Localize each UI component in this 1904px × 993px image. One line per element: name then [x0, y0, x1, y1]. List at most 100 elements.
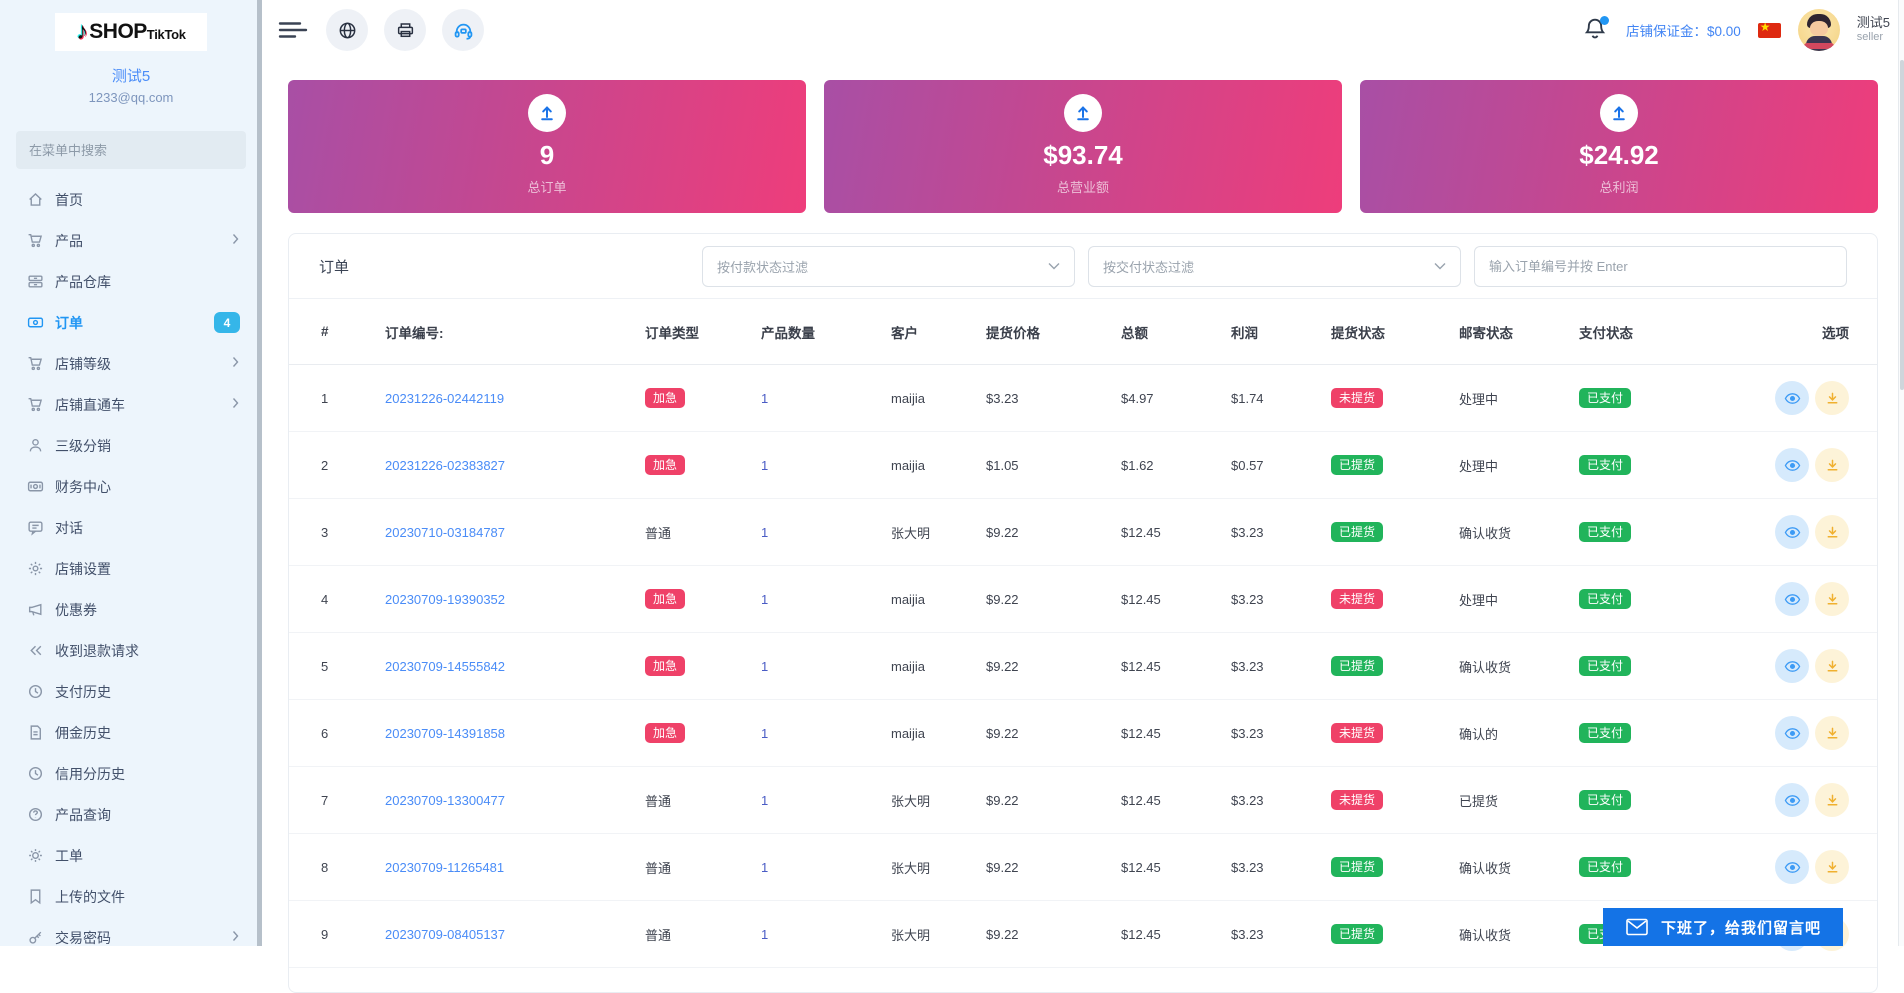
eye-icon [1784, 660, 1801, 673]
order-link[interactable]: 20230709-08405137 [385, 927, 505, 942]
sidebar-item-chat[interactable]: 对话 [0, 507, 262, 548]
sidebar-item-distribution[interactable]: 三级分销 [0, 425, 262, 466]
view-order-button[interactable] [1775, 515, 1809, 549]
sidebar-item-coupons[interactable]: 优惠券 [0, 589, 262, 630]
pay-status-badge: 已支付 [1579, 589, 1631, 609]
download-order-button[interactable] [1815, 850, 1849, 884]
table-row: 4 20230709-19390352 加急 1 maijia $9.22 $1… [289, 566, 1877, 633]
eye-icon [1784, 526, 1801, 539]
view-order-button[interactable] [1775, 448, 1809, 482]
view-order-button[interactable] [1775, 582, 1809, 616]
chat-message: 下班了，给我们留言吧 [1661, 917, 1821, 938]
refund-icon [27, 642, 44, 659]
app-logo[interactable]: ♪ SHOP TikTok [55, 13, 207, 51]
orders-title: 订单 [319, 256, 349, 277]
shop-level-icon [27, 355, 44, 372]
notifications-button[interactable] [1583, 16, 1609, 44]
order-link[interactable]: 20230709-19390352 [385, 592, 505, 607]
sidebar-item-transaction-password[interactable]: 交易密码 [0, 917, 262, 958]
sidebar-item-shop-settings[interactable]: 店铺设置 [0, 548, 262, 589]
view-order-button[interactable] [1775, 649, 1809, 683]
sidebar-item-commission-history[interactable]: 佣金历史 [0, 712, 262, 753]
download-icon [1825, 458, 1840, 473]
payment-history-icon [27, 683, 44, 700]
tiktok-note-icon: ♪ [76, 18, 88, 46]
view-order-button[interactable] [1775, 716, 1809, 750]
download-order-button[interactable] [1815, 515, 1849, 549]
order-link[interactable]: 20230709-11265481 [385, 860, 504, 875]
chat-offline-bar[interactable]: 下班了，给我们留言吧 [1603, 908, 1843, 946]
uploads-icon [27, 888, 44, 905]
delivery-status-filter[interactable]: 按交付状态过滤 [1088, 246, 1461, 287]
eye-icon [1784, 861, 1801, 874]
view-order-button[interactable] [1775, 850, 1809, 884]
avatar[interactable] [1798, 9, 1840, 51]
sidebar-item-products[interactable]: 产品 [0, 220, 262, 261]
upload-arrow-icon [1600, 94, 1638, 132]
download-icon [1825, 860, 1840, 875]
download-order-button[interactable] [1815, 448, 1849, 482]
order-link[interactable]: 20231226-02442119 [385, 391, 504, 406]
ticket-icon [27, 847, 44, 864]
order-link[interactable]: 20230710-03184787 [385, 525, 505, 540]
notification-dot [1600, 16, 1609, 25]
shop-deposit[interactable]: 店铺保证金：$0.00 [1626, 20, 1741, 40]
sidebar-item-uploaded-files[interactable]: 上传的文件 [0, 876, 262, 917]
order-link[interactable]: 20230709-14555842 [385, 659, 505, 674]
download-icon [1825, 726, 1840, 741]
sidebar-item-shop-train[interactable]: 店铺直通车 [0, 384, 262, 425]
sidebar-item-home[interactable]: 首页 [0, 179, 262, 220]
headset-icon [453, 20, 474, 41]
pay-status-badge: 已支付 [1579, 388, 1631, 408]
view-order-button[interactable] [1775, 783, 1809, 817]
language-button[interactable] [326, 9, 368, 51]
chat-icon [27, 519, 44, 536]
china-flag-icon[interactable]: ★ [1758, 23, 1781, 38]
order-number-search-input[interactable] [1474, 246, 1847, 287]
payment-status-filter[interactable]: 按付款状态过滤 [702, 246, 1075, 287]
menu-search-input[interactable] [16, 131, 246, 169]
download-order-button[interactable] [1815, 582, 1849, 616]
table-row: 7 20230709-13300477 普通 1 张大明 $9.22 $12.4… [289, 767, 1877, 834]
pickup-status-badge: 已提货 [1331, 522, 1383, 542]
sidebar-user-email: 1233@qq.com [0, 90, 262, 105]
commission-icon [27, 724, 44, 741]
shop-train-icon [27, 396, 44, 413]
download-icon [1825, 525, 1840, 540]
sidebar-item-payment-history[interactable]: 支付历史 [0, 671, 262, 712]
sidebar-item-shop-level[interactable]: 店铺等级 [0, 343, 262, 384]
sidebar-item-tickets[interactable]: 工单 [0, 835, 262, 876]
download-order-button[interactable] [1815, 381, 1849, 415]
order-link[interactable]: 20230709-13300477 [385, 793, 505, 808]
menu-toggle-button[interactable] [278, 17, 312, 43]
order-link[interactable]: 20231226-02383827 [385, 458, 505, 473]
page-scrollbar[interactable] [1898, 0, 1904, 946]
table-header: # 订单编号: 订单类型 产品数量 客户 提货价格 总额 利润 提货状态 邮寄状… [289, 299, 1877, 365]
sidebar-item-product-query[interactable]: 产品查询 [0, 794, 262, 835]
pay-status-badge: 已支付 [1579, 790, 1631, 810]
cart-icon [27, 232, 44, 249]
stat-card-total-revenue: $93.74 总营业额 [824, 80, 1342, 213]
logo-tiktok-text: TikTok [147, 27, 186, 42]
download-order-button[interactable] [1815, 783, 1849, 817]
download-icon [1825, 659, 1840, 674]
credit-history-icon [27, 765, 44, 782]
sidebar-item-refund-requests[interactable]: 收到退款请求 [0, 630, 262, 671]
sidebar-item-finance-center[interactable]: 财务中心 [0, 466, 262, 507]
topbar-user[interactable]: 测试5 seller [1857, 15, 1890, 45]
download-order-button[interactable] [1815, 649, 1849, 683]
print-button[interactable] [384, 9, 426, 51]
envelope-icon [1625, 918, 1649, 936]
table-row: 5 20230709-14555842 加急 1 maijia $9.22 $1… [289, 633, 1877, 700]
stat-label: 总营业额 [1057, 177, 1109, 196]
sidebar-item-orders[interactable]: 订单 4 [0, 302, 262, 343]
table-row: 6 20230709-14391858 加急 1 maijia $9.22 $1… [289, 700, 1877, 767]
sidebar-item-product-warehouse[interactable]: 产品仓库 [0, 261, 262, 302]
stat-label: 总订单 [527, 177, 566, 196]
download-order-button[interactable] [1815, 716, 1849, 750]
support-button[interactable] [442, 9, 484, 51]
sidebar-item-credit-history[interactable]: 信用分历史 [0, 753, 262, 794]
order-link[interactable]: 20230709-14391858 [385, 726, 505, 741]
pay-status-badge: 已支付 [1579, 723, 1631, 743]
view-order-button[interactable] [1775, 381, 1809, 415]
